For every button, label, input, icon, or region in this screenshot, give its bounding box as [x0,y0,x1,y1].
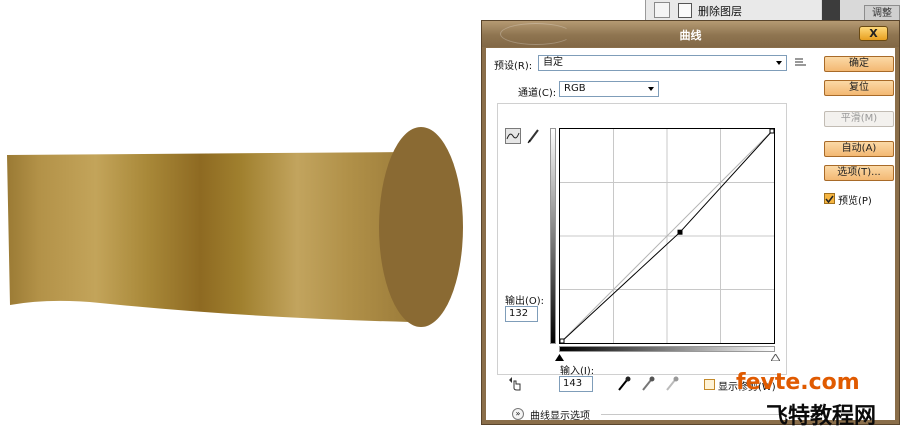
smooth-button[interactable]: 平滑(M) [824,111,894,127]
channel-select[interactable]: RGB [559,81,659,97]
artwork-canvas [7,127,463,327]
layers-panel: 删除图层 调整 [645,0,900,23]
dialog-client-area: 预设(R): 自定 通道(C): RGB 输出(O): 132 输入(I): 1… [486,48,895,422]
output-field[interactable]: 132 [505,306,538,322]
channel-select-value: RGB [564,83,586,94]
preset-select[interactable]: 自定 [538,55,787,71]
curve-endpoint [769,128,775,134]
pencil-icon[interactable] [526,128,540,144]
dialog-title: 曲线 [679,29,702,42]
channel-label: 通道(C): [516,84,559,99]
curve-tool-icon [506,132,520,140]
curve-graph[interactable] [559,128,775,344]
layer-row[interactable]: 删除图层 [646,0,821,21]
white-point-slider-icon[interactable] [771,354,780,361]
curve-graph-svg [559,128,775,344]
curve-endpoint [559,338,565,344]
preview-checkbox[interactable] [824,193,835,204]
curves-dialog: 曲线 X 预设(R): 自定 通道(C): RGB 输出(O): 132 输入(… [481,20,900,425]
input-gradient-bar [559,346,775,352]
white-eyedropper-icon[interactable] [665,376,679,392]
show-clipping-checkbox[interactable] [704,379,715,390]
watermark-site: fevte.com [736,370,860,395]
gray-eyedropper-icon[interactable] [641,376,655,392]
preset-label: 预设(R): [494,61,533,72]
expand-chevron-icon[interactable]: » [512,408,524,420]
delete-layer-icon [678,3,692,18]
ok-button[interactable]: 确定 [824,56,894,72]
preset-select-value: 自定 [543,57,563,68]
close-button[interactable]: X [859,26,888,41]
auto-button[interactable]: 自动(A) [824,141,894,157]
input-field[interactable]: 143 [559,376,593,392]
output-label: 输出(O): [505,296,545,307]
checkmark-icon [825,195,834,204]
preset-menu-icon[interactable] [795,58,807,68]
curve-point-tool[interactable] [505,128,521,144]
options-divider [601,414,787,415]
black-eyedropper-icon[interactable] [617,376,631,392]
layer-visibility-checkbox[interactable] [654,2,670,18]
chevron-down-icon [776,61,782,65]
options-button[interactable]: 选项(T)... [824,165,894,181]
input-label: 输入(I): [560,366,595,377]
watermark-name: 飞特教程网 [766,404,877,429]
hand-adjust-icon[interactable] [507,377,523,391]
dialog-titlebar[interactable]: 曲线 X [482,21,899,47]
cylinder-end-ellipse [379,127,463,327]
preview-label: 预览(P) [838,196,872,207]
black-point-slider-icon[interactable] [555,354,564,361]
output-gradient-bar [550,128,556,344]
curve-options-label: 曲线显示选项 [530,411,590,422]
chevron-down-icon [648,87,654,91]
panel-divider [822,0,840,22]
cylinder-body [7,152,410,322]
layer-row-label: 删除图层 [698,5,742,18]
curve-control-point [677,229,683,235]
reset-button[interactable]: 复位 [824,80,894,96]
